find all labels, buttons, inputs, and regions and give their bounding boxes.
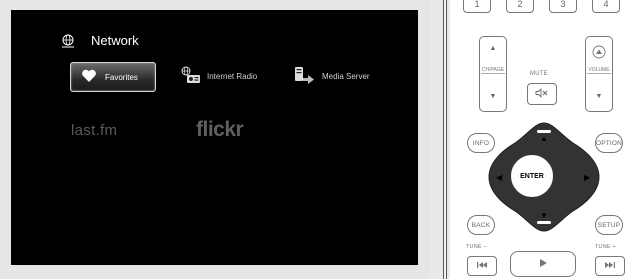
network-title: Network	[91, 33, 139, 48]
internet-radio-item[interactable]: Internet Radio	[181, 66, 257, 86]
flickr-item[interactable]: flickr	[196, 118, 244, 142]
volume-down-button[interactable]: ▼	[586, 93, 612, 100]
media-server-icon	[294, 66, 316, 86]
mute-label: MUTE	[530, 71, 548, 77]
skip-forward-icon	[604, 261, 616, 271]
panel-divider	[443, 0, 447, 279]
dpad-down-button[interactable]: ▼	[540, 211, 548, 220]
enter-button[interactable]: ENTER	[510, 154, 554, 198]
dpad-up-button[interactable]: ▲	[540, 134, 548, 143]
back-button[interactable]: BACK	[467, 215, 495, 235]
heart-icon	[81, 69, 97, 85]
volume-up-button[interactable]	[586, 45, 612, 61]
ch-page-up-button[interactable]: ▲	[480, 45, 506, 52]
play-icon	[538, 255, 548, 273]
play-button[interactable]	[510, 251, 576, 277]
internet-radio-label: Internet Radio	[207, 71, 258, 81]
volume-divider	[587, 73, 611, 74]
network-header: Network	[61, 33, 139, 48]
number-key-2[interactable]: 2	[506, 0, 534, 13]
number-key-4[interactable]: 4	[592, 0, 620, 13]
number-key-1[interactable]: 1	[463, 0, 491, 13]
number-key-3[interactable]: 3	[549, 0, 577, 13]
dpad-left-button[interactable]: ◀	[496, 173, 502, 182]
lastfm-item[interactable]: last.fm	[71, 122, 117, 139]
ch-page-down-button[interactable]: ▼	[480, 93, 506, 100]
favorites-item[interactable]: Favorites	[70, 62, 156, 92]
skip-back-icon	[476, 261, 488, 271]
favorites-label: Favorites	[105, 72, 138, 82]
media-server-item[interactable]: Media Server	[294, 66, 370, 86]
network-globe-icon	[61, 34, 75, 48]
ch-page-rocker: ▲ CH/PAGE ▼	[479, 36, 507, 112]
skip-forward-button[interactable]	[595, 256, 625, 276]
internet-radio-icon	[181, 66, 201, 86]
dpad-right-button[interactable]: ▶	[584, 173, 590, 182]
ch-page-label: CH/PAGE	[481, 67, 505, 73]
mute-button[interactable]	[527, 83, 557, 105]
tune-plus-label: TUNE +	[595, 244, 616, 250]
volume-up-icon	[592, 45, 606, 59]
volume-label: VOLUME	[588, 67, 610, 73]
skip-back-button[interactable]	[467, 256, 497, 276]
mute-icon	[535, 88, 549, 100]
network-menu-screen: Network Favorites Internet Radio Media S…	[11, 10, 418, 265]
volume-rocker: VOLUME ▼	[585, 36, 613, 112]
tv-screen-frame: Network Favorites Internet Radio Media S…	[0, 0, 430, 279]
media-server-label: Media Server	[322, 71, 370, 81]
ch-page-divider	[481, 73, 505, 74]
setup-button[interactable]: SETUP	[595, 215, 623, 235]
tune-minus-label: TUNE −	[466, 244, 487, 250]
